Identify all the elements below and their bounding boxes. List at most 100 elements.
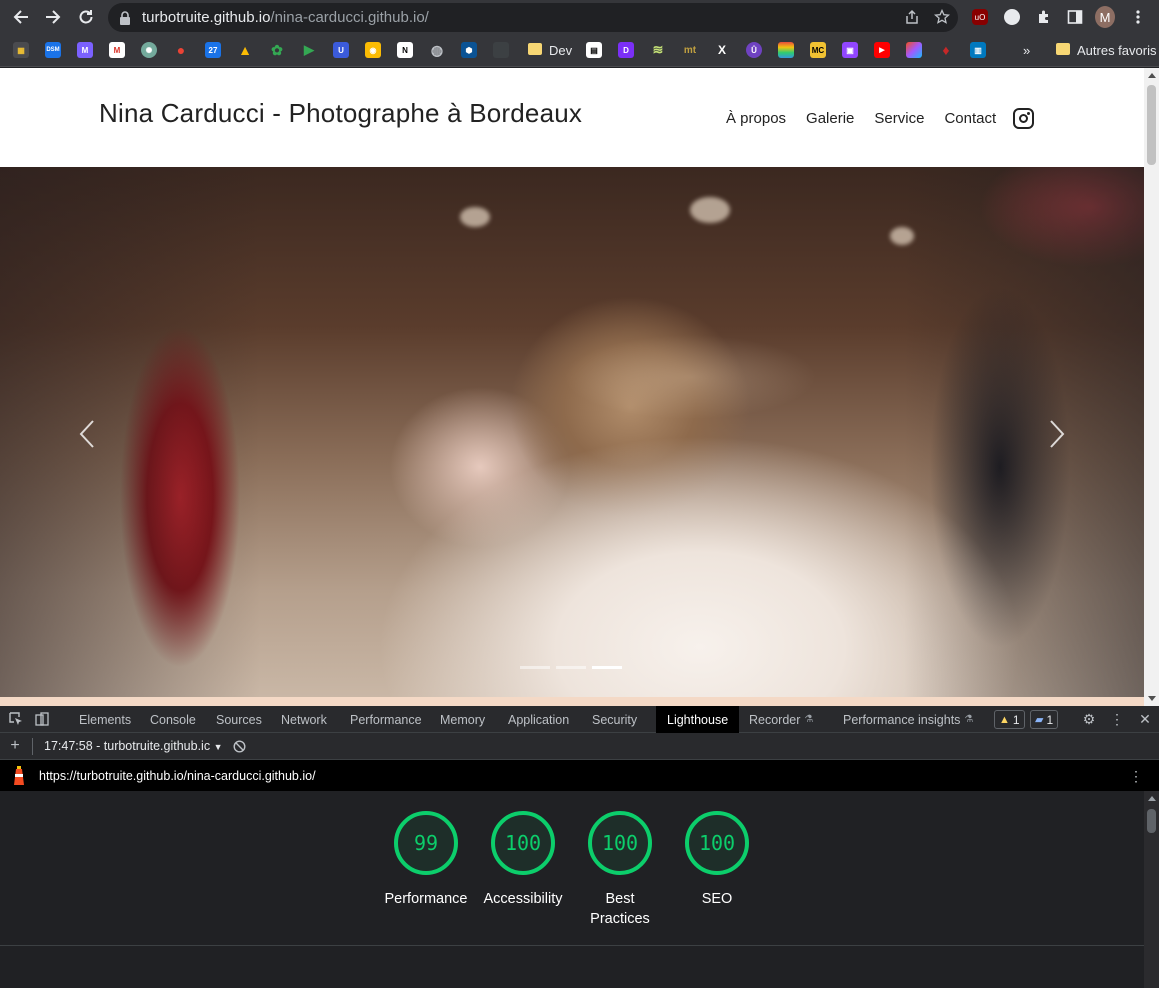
nav-link-about[interactable]: À propos bbox=[726, 110, 786, 127]
score-gauge-best-practices[interactable]: 100 Best Practices bbox=[570, 811, 670, 929]
u-bookmark-icon[interactable]: U bbox=[333, 42, 349, 58]
mc-bookmark-icon[interactable]: MC bbox=[810, 42, 826, 58]
tab-network[interactable]: Network bbox=[281, 706, 327, 733]
share-icon[interactable] bbox=[904, 9, 920, 30]
bookmark-star-icon[interactable] bbox=[933, 8, 951, 30]
mail-bookmark-icon[interactable]: M bbox=[77, 42, 93, 58]
keep-bookmark-icon[interactable]: ◉ bbox=[365, 42, 381, 58]
score-gauge-accessibility[interactable]: 100 Accessibility bbox=[473, 811, 573, 909]
drop-bookmark-icon[interactable]: ♦ bbox=[938, 42, 954, 58]
score-gauge-seo[interactable]: 100 SEO bbox=[667, 811, 767, 909]
devtools-menu-icon[interactable]: ⋮ bbox=[1109, 711, 1125, 727]
twitch-bookmark-icon[interactable]: ▣ bbox=[842, 42, 858, 58]
x-bookmark-icon[interactable]: X bbox=[714, 42, 730, 58]
doc-bookmark-icon[interactable]: ▤ bbox=[586, 42, 602, 58]
tab-lighthouse[interactable]: Lighthouse bbox=[656, 706, 740, 733]
device-toolbar-icon[interactable] bbox=[34, 711, 50, 727]
profile-avatar[interactable]: M bbox=[1095, 6, 1115, 28]
tab-sources[interactable]: Sources bbox=[216, 706, 262, 733]
score-gauge-performance[interactable]: 99 Performance bbox=[376, 811, 476, 909]
bookmark-other-favorites[interactable]: Autres favoris bbox=[1077, 43, 1156, 58]
calendar-bookmark-icon[interactable]: 27 bbox=[205, 42, 221, 58]
add-report-icon[interactable]: + bbox=[7, 737, 23, 754]
u2-bookmark-icon[interactable]: Û bbox=[746, 42, 762, 58]
devtools-tabbar: Elements Console Sources Network Perform… bbox=[0, 706, 1159, 733]
play-bookmark-icon[interactable]: ▶ bbox=[301, 42, 317, 58]
dsm-bookmark-icon[interactable]: DSM bbox=[45, 42, 61, 58]
reload-icon[interactable] bbox=[75, 6, 97, 28]
clear-block-icon[interactable] bbox=[231, 738, 247, 754]
scroll-up-icon[interactable] bbox=[1148, 796, 1156, 801]
score-ring: 99 bbox=[394, 811, 458, 875]
hero-carousel-image bbox=[0, 167, 1144, 697]
tab-elements[interactable]: Elements bbox=[79, 706, 131, 733]
carousel-next-icon[interactable] bbox=[1046, 419, 1068, 449]
carousel-indicator[interactable] bbox=[556, 666, 586, 669]
gmail-bookmark-icon[interactable]: M bbox=[109, 42, 125, 58]
figma-bookmark-icon[interactable] bbox=[906, 42, 922, 58]
bookmark-folder-dev[interactable]: Dev bbox=[549, 43, 572, 58]
scrollbar-thumb[interactable] bbox=[1147, 85, 1156, 165]
instagram-icon[interactable] bbox=[1013, 108, 1034, 129]
extensions-puzzle-icon[interactable] bbox=[1034, 7, 1054, 27]
trello-bookmark-icon[interactable]: ▥ bbox=[970, 42, 986, 58]
close-icon[interactable]: ✕ bbox=[1137, 711, 1153, 727]
nav-link-gallery[interactable]: Galerie bbox=[806, 110, 854, 127]
ublock-icon[interactable]: uO bbox=[970, 7, 990, 27]
kebab-menu-icon[interactable] bbox=[1128, 7, 1148, 27]
grid-bookmark-icon[interactable]: ▦ bbox=[13, 42, 29, 58]
extension-refresh-icon[interactable] bbox=[1002, 7, 1022, 27]
stack-bookmark-icon[interactable]: ≋ bbox=[650, 42, 666, 58]
hex-bookmark-icon[interactable]: ⬢ bbox=[461, 42, 477, 58]
toolbar-divider bbox=[32, 738, 33, 755]
settings-gear-icon[interactable]: ⚙ bbox=[1081, 711, 1097, 727]
tab-recorder[interactable]: Recorder ⚗ bbox=[749, 706, 813, 733]
report-menu-icon[interactable]: ⋮ bbox=[1128, 768, 1144, 784]
bokeh-light bbox=[890, 227, 914, 245]
stripe-bookmark-icon[interactable] bbox=[778, 42, 794, 58]
tab-security[interactable]: Security bbox=[592, 706, 637, 733]
bokeh-light bbox=[460, 207, 490, 227]
tab-performance-insights[interactable]: Performance insights ⚗ bbox=[843, 706, 973, 733]
drive-bookmark-icon[interactable]: ▲ bbox=[237, 42, 253, 58]
photos-bookmark-icon[interactable]: ✿ bbox=[269, 42, 285, 58]
tab-memory[interactable]: Memory bbox=[440, 706, 485, 733]
d-bookmark-icon[interactable]: D bbox=[618, 42, 634, 58]
tab-console[interactable]: Console bbox=[150, 706, 196, 733]
address-bar[interactable]: turbotruite.github.io/nina-carducci.gith… bbox=[108, 3, 958, 32]
back-icon[interactable] bbox=[10, 6, 32, 28]
inspect-element-icon[interactable] bbox=[8, 711, 24, 727]
messages-badge[interactable]: ▰ 1 bbox=[1030, 710, 1059, 729]
forward-icon[interactable] bbox=[42, 6, 64, 28]
site-title[interactable]: Nina Carducci - Photographe à Bordeaux bbox=[99, 98, 582, 129]
mt-bookmark-icon[interactable]: mt bbox=[682, 42, 698, 58]
carousel-indicator-active[interactable] bbox=[592, 666, 622, 669]
nav-link-contact[interactable]: Contact bbox=[944, 110, 996, 127]
blank-bookmark-icon[interactable] bbox=[493, 42, 509, 58]
nav-link-service[interactable]: Service bbox=[874, 110, 924, 127]
warnings-badge[interactable]: ▲ 1 bbox=[994, 710, 1025, 729]
report-url[interactable]: https://turbotruite.github.io/nina-cardu… bbox=[39, 769, 316, 783]
bookmarks-overflow[interactable]: » bbox=[1023, 43, 1030, 58]
scroll-down-icon[interactable] bbox=[1148, 696, 1156, 701]
carousel-indicator[interactable] bbox=[520, 666, 550, 669]
maps-bookmark-icon[interactable]: ● bbox=[173, 42, 189, 58]
tab-performance[interactable]: Performance bbox=[350, 706, 422, 733]
scrollbar-thumb[interactable] bbox=[1147, 809, 1156, 833]
tab-application[interactable]: Application bbox=[508, 706, 569, 733]
globe-bookmark-icon[interactable]: ◍ bbox=[429, 42, 445, 58]
avatar-initial: M bbox=[1095, 6, 1115, 28]
page-scrollbar[interactable] bbox=[1144, 68, 1159, 706]
youtube-bookmark-icon[interactable]: ▶ bbox=[874, 42, 890, 58]
hero-shade-right bbox=[904, 167, 1144, 697]
scroll-up-icon[interactable] bbox=[1148, 73, 1156, 78]
lighthouse-report: 99 Performance 100 Accessibility 100 Bes… bbox=[0, 791, 1144, 988]
report-select[interactable]: 17:47:58 - turbotruite.github.ic ▼ bbox=[44, 739, 222, 753]
score-label: Performance bbox=[384, 891, 468, 907]
report-scrollbar[interactable] bbox=[1144, 791, 1159, 988]
side-panel-icon[interactable] bbox=[1065, 7, 1085, 27]
score-label: Accessibility bbox=[483, 891, 563, 907]
openai-bookmark-icon[interactable]: ✺ bbox=[141, 42, 157, 58]
notion-bookmark-icon[interactable]: N bbox=[397, 42, 413, 58]
carousel-prev-icon[interactable] bbox=[76, 419, 98, 449]
